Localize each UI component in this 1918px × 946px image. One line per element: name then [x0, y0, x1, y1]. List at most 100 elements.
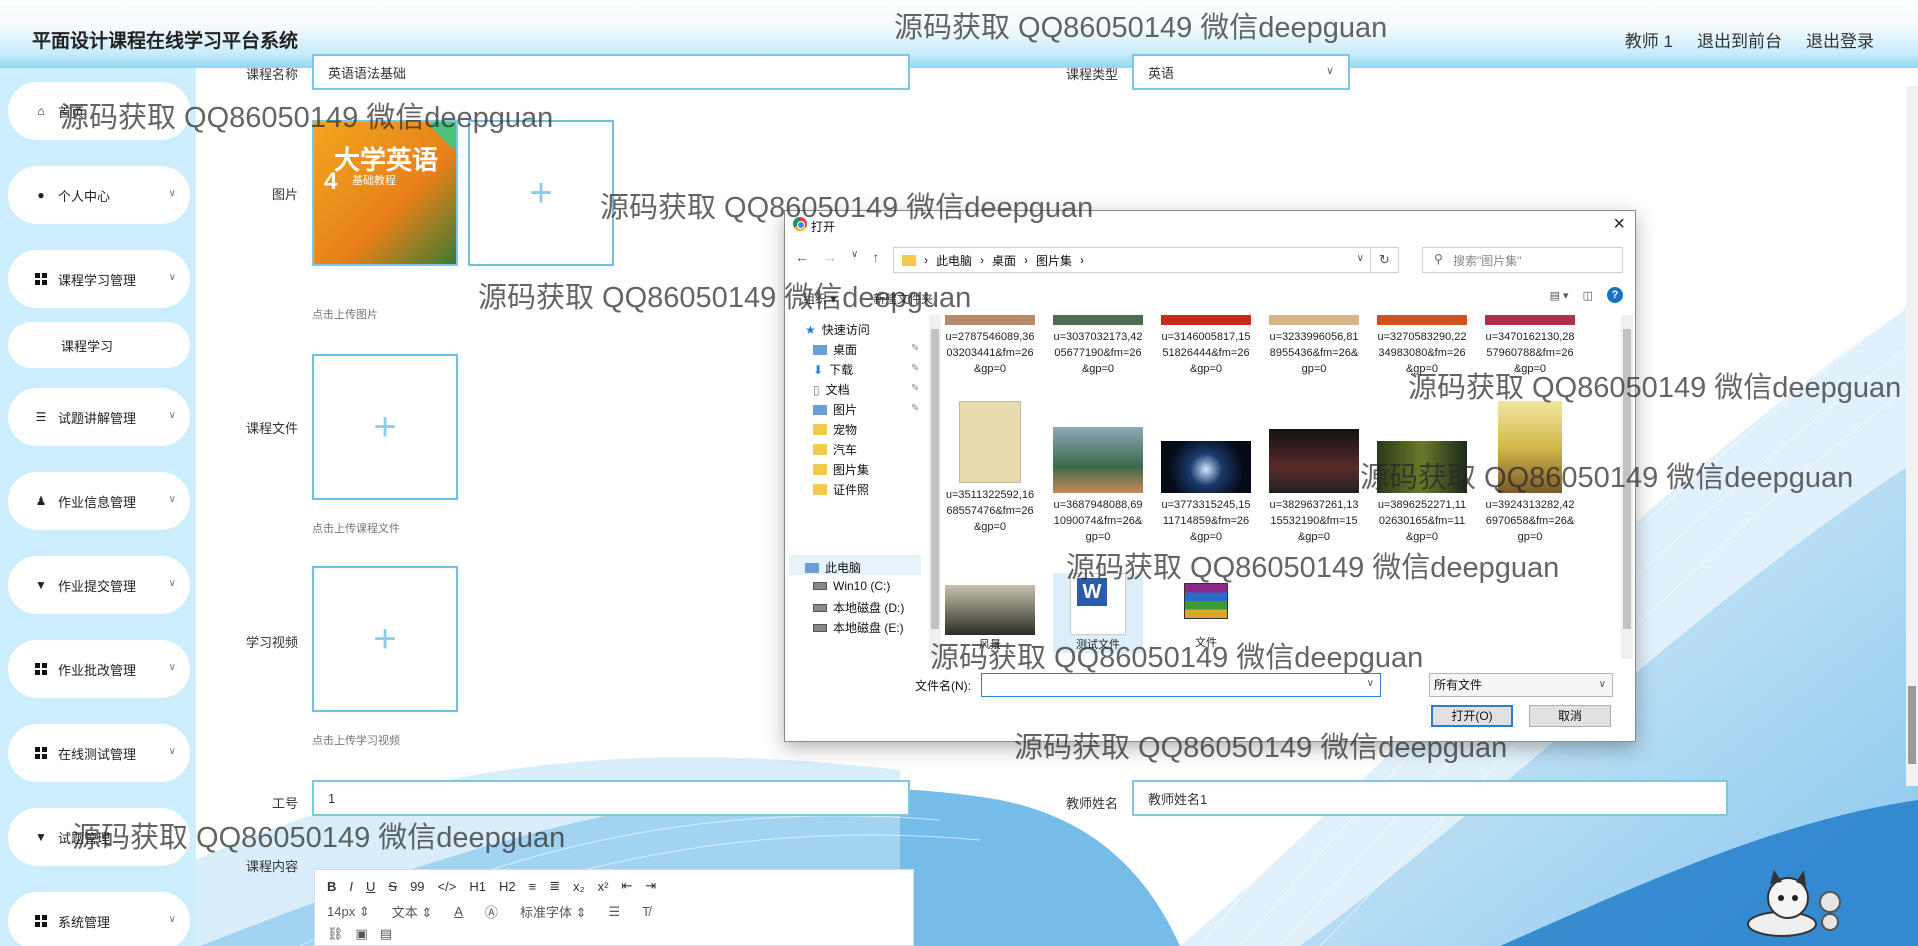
file-item[interactable]: u=3270583290,2234983080&fm=26&gp=0: [1377, 315, 1467, 377]
indent-button[interactable]: ⇥: [645, 878, 656, 894]
uploaded-image-thumbnail[interactable]: 大学英语 4 基础教程: [312, 120, 458, 266]
file-item[interactable]: u=3896252271,1102630165&fm=11&gp=0: [1377, 441, 1467, 545]
file-item[interactable]: u=3233996056,818955436&fm=26&gp=0: [1269, 315, 1359, 377]
file-item[interactable]: u=3773315245,1511714859&fm=26&gp=0: [1161, 441, 1251, 545]
file-item[interactable]: u=3037032173,4205677190&fm=26&gp=0: [1053, 315, 1143, 377]
sidebar-item-question-mgmt[interactable]: ▼ 试题管理: [8, 808, 190, 866]
sidebar-item-question-explain[interactable]: ☰ 试题讲解管理 ∨: [8, 388, 190, 446]
page-scrollbar-thumb[interactable]: [1908, 686, 1916, 764]
course-file-upload-box[interactable]: +: [312, 354, 458, 500]
sidebar-item-homework-info[interactable]: ♟ 作业信息管理 ∨: [8, 472, 190, 530]
image-upload-box[interactable]: +: [468, 120, 614, 266]
nav-drive-c[interactable]: Win10 (C:): [813, 579, 890, 593]
font-color-button[interactable]: A: [454, 904, 463, 919]
link-icon[interactable]: ⛓: [327, 926, 344, 942]
subscript-button[interactable]: x₂: [573, 879, 585, 894]
file-item[interactable]: u=2787546089,3603203441&fm=26&gp=0: [945, 315, 1035, 377]
h1-button[interactable]: H1: [469, 879, 486, 894]
forward-arrow-icon[interactable]: →: [823, 249, 837, 265]
strike-button[interactable]: S: [388, 879, 397, 894]
file-item[interactable]: W 测试文件: [1053, 573, 1143, 653]
file-list-scrollbar[interactable]: [1621, 315, 1633, 659]
teacher-name-input[interactable]: 教师姓名1: [1132, 780, 1728, 816]
sidebar-item-online-test[interactable]: 在线测试管理 ∨: [8, 724, 190, 782]
chevron-down-icon[interactable]: ∨: [1367, 678, 1374, 689]
cancel-button[interactable]: 取消: [1529, 705, 1611, 727]
view-mode-icon[interactable]: ▤ ▾: [1550, 289, 1569, 302]
nav-folder-cars[interactable]: 汽车: [813, 441, 857, 458]
nav-documents[interactable]: ▯ 文档: [813, 381, 850, 398]
nav-drive-d[interactable]: 本地磁盘 (D:): [813, 599, 904, 616]
file-item[interactable]: u=3924313282,426970658&fm=26&gp=0: [1485, 401, 1575, 545]
page-scrollbar[interactable]: [1906, 86, 1918, 786]
rich-text-editor[interactable]: B I U S 99 </> H1 H2 ≡ ≣ x₂ x² ⇤ ⇥ 14px …: [314, 869, 914, 946]
organize-button[interactable]: 组织 ▾: [803, 290, 836, 307]
nav-quick-access[interactable]: ★ 快速访问: [805, 321, 870, 338]
file-item[interactable]: 风景: [945, 585, 1035, 653]
search-input[interactable]: ⚲ 搜索"图片集": [1422, 247, 1623, 273]
background-color-button[interactable]: Ⓐ: [485, 902, 498, 921]
sidebar-item-home[interactable]: ⌂ 首页: [8, 82, 190, 140]
align-icon[interactable]: ☰: [608, 904, 620, 920]
breadcrumb-desktop[interactable]: 桌面: [992, 252, 1016, 269]
filename-input[interactable]: ∨: [981, 673, 1381, 697]
nav-desktop[interactable]: 桌面: [813, 341, 857, 358]
preview-pane-icon[interactable]: ◫: [1583, 289, 1593, 302]
address-bar[interactable]: › 此电脑 › 桌面 › 图片集 › ∨: [893, 247, 1371, 273]
video-upload-box[interactable]: +: [312, 566, 458, 712]
work-id-input[interactable]: 1: [312, 780, 910, 816]
user-name-link[interactable]: 教师 1: [1625, 27, 1673, 52]
font-size-select[interactable]: 14px ⇕: [327, 904, 370, 920]
file-list-scrollbar-thumb[interactable]: [1623, 329, 1631, 629]
bold-button[interactable]: B: [327, 879, 336, 894]
filetype-select[interactable]: 所有文件 ∨: [1429, 673, 1613, 697]
h2-button[interactable]: H2: [499, 879, 516, 894]
font-family-select[interactable]: 标准字体 ⇕: [520, 902, 587, 921]
nav-pane-scrollbar-thumb[interactable]: [931, 329, 939, 629]
sidebar-item-course-study-mgmt[interactable]: 课程学习管理 ∨: [8, 250, 190, 308]
new-folder-button[interactable]: 新建文件夹: [873, 290, 933, 307]
recent-chevron-icon[interactable]: ∨: [851, 249, 858, 265]
sidebar-item-profile[interactable]: ● 个人中心 ∨: [8, 166, 190, 224]
file-item[interactable]: u=3829637261,1315532190&fm=15&gp=0: [1269, 429, 1359, 545]
course-name-input[interactable]: 英语语法基础: [312, 54, 910, 90]
sidebar-subitem-course-study[interactable]: 课程学习: [8, 322, 190, 368]
sidebar-item-homework-grade[interactable]: 作业批改管理 ∨: [8, 640, 190, 698]
nav-this-pc[interactable]: 此电脑: [805, 559, 861, 576]
breadcrumb-picture-set[interactable]: 图片集: [1036, 252, 1072, 269]
breadcrumb-this-pc[interactable]: 此电脑: [936, 252, 972, 269]
sidebar-item-system[interactable]: 系统管理 ∨: [8, 892, 190, 946]
nav-pictures[interactable]: 图片: [813, 401, 857, 418]
underline-button[interactable]: U: [366, 879, 375, 894]
superscript-button[interactable]: x²: [598, 879, 609, 894]
nav-folder-pets[interactable]: 宠物: [813, 421, 857, 438]
image-icon[interactable]: ▣: [356, 926, 368, 942]
video-icon[interactable]: ▤: [380, 926, 392, 942]
up-arrow-icon[interactable]: ↑: [872, 249, 879, 265]
chevron-down-icon[interactable]: ∨: [1357, 253, 1364, 264]
quote-button[interactable]: 99: [410, 879, 424, 894]
nav-folder-picture-set[interactable]: 图片集: [813, 461, 869, 478]
nav-drive-e[interactable]: 本地磁盘 (E:): [813, 619, 904, 636]
open-button[interactable]: 打开(O): [1431, 705, 1513, 727]
nav-downloads[interactable]: ⬇ 下载: [813, 361, 853, 378]
sidebar-item-homework-submit[interactable]: ▼ 作业提交管理 ∨: [8, 556, 190, 614]
back-arrow-icon[interactable]: ←: [795, 249, 809, 265]
bullet-list-button[interactable]: ≣: [549, 878, 560, 894]
exit-to-front-link[interactable]: 退出到前台: [1697, 27, 1782, 52]
nav-folder-id-photos[interactable]: 证件照: [813, 481, 869, 498]
course-type-select[interactable]: 英语 ∨: [1132, 54, 1350, 90]
logout-link[interactable]: 退出登录: [1806, 27, 1874, 52]
file-item[interactable]: u=3687948088,691090074&fm=26&gp=0: [1053, 427, 1143, 545]
text-style-select[interactable]: 文本 ⇕: [392, 902, 433, 921]
clear-format-icon[interactable]: T̸: [642, 904, 650, 919]
file-item[interactable]: u=3511322592,1668557476&fm=26&gp=0: [945, 401, 1035, 535]
nav-pane-scrollbar[interactable]: [929, 315, 941, 659]
close-icon[interactable]: ×: [1613, 213, 1625, 236]
outdent-button[interactable]: ⇤: [621, 878, 632, 894]
code-button[interactable]: </>: [438, 879, 457, 894]
file-item[interactable]: u=3470162130,2857960788&fm=26&gp=0: [1485, 315, 1575, 377]
ordered-list-button[interactable]: ≡: [529, 879, 537, 894]
italic-button[interactable]: I: [349, 879, 353, 894]
help-icon[interactable]: ?: [1607, 287, 1623, 303]
